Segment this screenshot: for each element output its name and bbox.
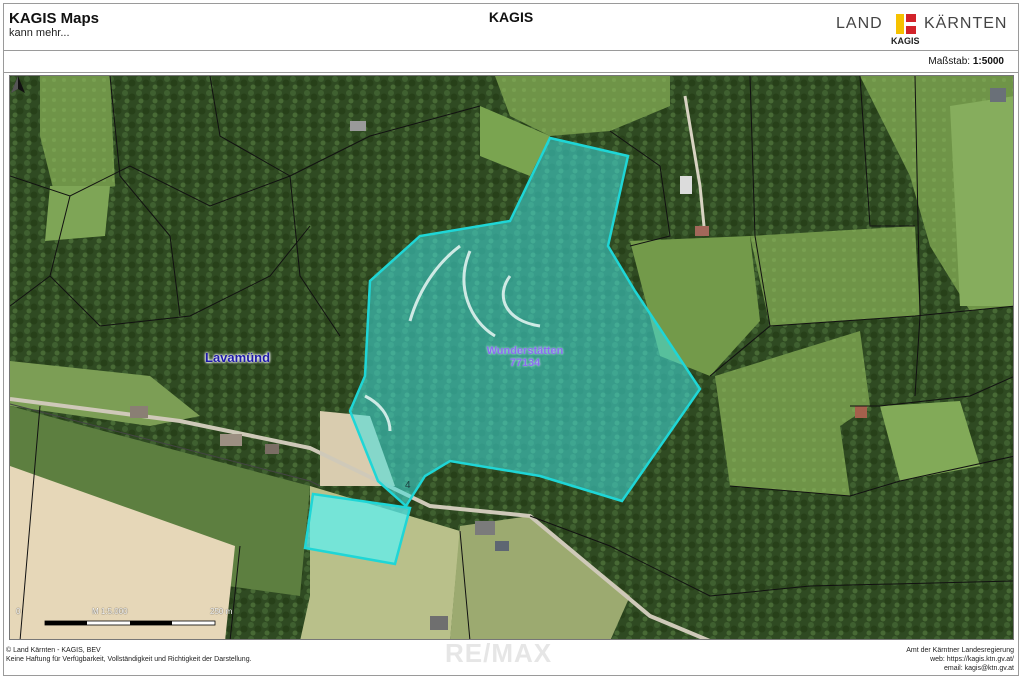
more-link[interactable]: kann mehr... bbox=[9, 27, 70, 39]
land-kaernten-logo: LAND KÄRNTEN KAGIS bbox=[836, 12, 1008, 48]
logo-word-kaernten: KÄRNTEN bbox=[924, 15, 1008, 32]
scale-label: Maßstab: bbox=[928, 56, 971, 67]
footer-copyright: © Land Kärnten - KAGIS, BEV bbox=[6, 647, 101, 654]
parcel-label[interactable]: Wunderstätten 77134 bbox=[465, 345, 585, 369]
footer-office: Amt der Kärntner Landesregierung bbox=[906, 647, 1014, 654]
map-view[interactable]: Lavamünd Wunderstätten 77134 4 0 M 1:5.0… bbox=[9, 75, 1014, 640]
scale-value: 1:5000 bbox=[972, 56, 1004, 67]
logo-mark-icon bbox=[896, 14, 916, 34]
footer-email[interactable]: email: kagis@ktn.gv.at bbox=[944, 665, 1014, 672]
watermark: RE/MAX bbox=[445, 638, 553, 668]
place-label: Lavamünd bbox=[205, 350, 271, 365]
header: KAGIS Maps kann mehr... KAGIS LAND KÄRNT… bbox=[4, 4, 1018, 51]
footer-disclaimer: Keine Haftung für Verfügbarkeit, Vollstä… bbox=[6, 656, 252, 663]
north-arrow-icon bbox=[11, 76, 25, 93]
parcel-number: 77134 bbox=[509, 357, 541, 369]
logo-sub: KAGIS bbox=[891, 36, 920, 46]
scale-info-bar: Maßstab: 1:5000 bbox=[4, 51, 1018, 73]
footer-web[interactable]: web: https://kagis.ktn.gv.at/ bbox=[930, 656, 1014, 663]
parcel-small-number: 4 bbox=[405, 480, 411, 491]
scale-readout: Maßstab: 1:5000 bbox=[928, 56, 1004, 67]
map-scale-bar bbox=[44, 620, 216, 626]
scale-end: 250 m bbox=[210, 607, 233, 616]
parcel-name: Wunderstätten bbox=[486, 345, 564, 357]
logo-word-land: LAND bbox=[836, 15, 883, 32]
scale-ratio: M 1:5.000 bbox=[92, 607, 128, 616]
scale-start: 0 bbox=[16, 607, 21, 616]
